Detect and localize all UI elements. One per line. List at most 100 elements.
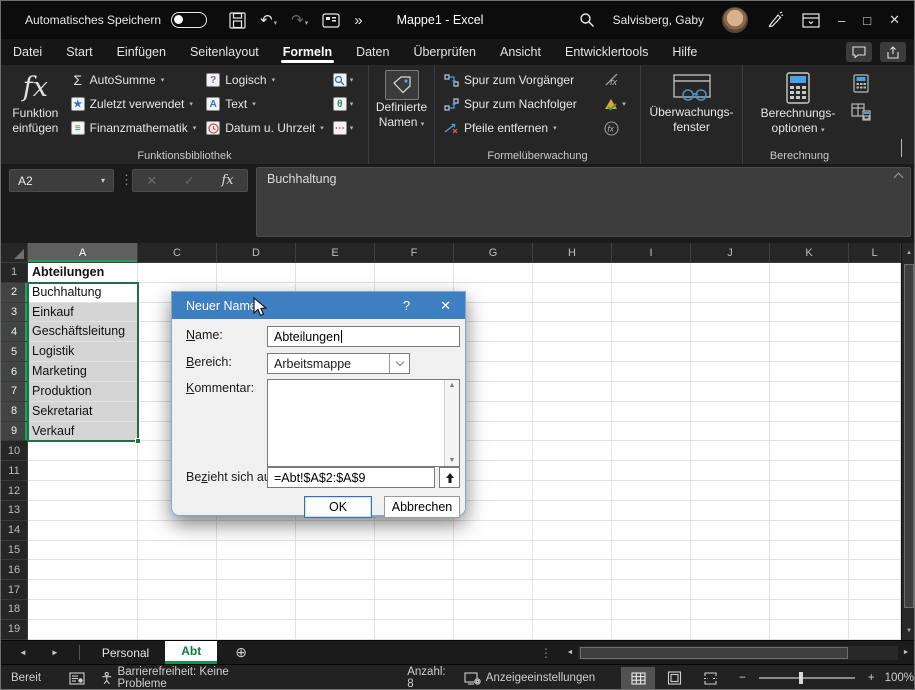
cancel-entry-icon[interactable]: ✕ bbox=[146, 173, 157, 189]
cell[interactable] bbox=[612, 501, 691, 521]
column-header-L[interactable]: L bbox=[849, 243, 901, 263]
cell[interactable]: Verkauf bbox=[28, 422, 138, 442]
cell[interactable] bbox=[28, 580, 138, 600]
vertical-scroll-thumb[interactable] bbox=[904, 264, 914, 608]
cell[interactable] bbox=[612, 541, 691, 561]
cell[interactable] bbox=[28, 441, 138, 461]
cell[interactable] bbox=[217, 620, 296, 640]
cell[interactable] bbox=[770, 541, 849, 561]
cell[interactable] bbox=[691, 422, 770, 442]
ueberwachungsfenster-button[interactable]: Überwachungs- fenster bbox=[645, 68, 738, 135]
cell[interactable] bbox=[138, 600, 217, 620]
row-header-10[interactable]: 10 bbox=[1, 441, 28, 461]
cell[interactable] bbox=[849, 303, 901, 323]
cell[interactable] bbox=[217, 560, 296, 580]
scroll-up-icon[interactable]: ▲ bbox=[902, 243, 915, 262]
zoom-in-icon[interactable]: + bbox=[868, 672, 875, 684]
cell[interactable] bbox=[296, 521, 375, 541]
row-header-1[interactable]: 1 bbox=[1, 263, 28, 283]
cell[interactable] bbox=[612, 441, 691, 461]
cell[interactable] bbox=[770, 501, 849, 521]
row-header-19[interactable]: 19 bbox=[1, 620, 28, 640]
cell[interactable] bbox=[612, 481, 691, 501]
berechnungsoptionen-button[interactable]: Berechnungs- optionen ▾ bbox=[755, 68, 841, 138]
cell[interactable] bbox=[28, 600, 138, 620]
collapse-formula-bar-icon[interactable] bbox=[894, 173, 904, 183]
cell[interactable] bbox=[375, 580, 454, 600]
cell[interactable] bbox=[691, 263, 770, 283]
pfeile-entfernen-button[interactable]: Pfeile entfernen ▾ bbox=[439, 116, 600, 140]
cell[interactable] bbox=[770, 382, 849, 402]
row-header-13[interactable]: 13 bbox=[1, 501, 28, 521]
cell[interactable] bbox=[849, 263, 901, 283]
column-header-H[interactable]: H bbox=[533, 243, 612, 263]
row-header-2[interactable]: 2 bbox=[1, 283, 28, 303]
tab-hilfe[interactable]: Hilfe bbox=[660, 41, 709, 63]
cell[interactable] bbox=[296, 620, 375, 640]
cell[interactable] bbox=[375, 600, 454, 620]
cell[interactable] bbox=[533, 303, 612, 323]
cell[interactable]: Sekretariat bbox=[28, 402, 138, 422]
cell[interactable] bbox=[770, 362, 849, 382]
collapse-range-button[interactable] bbox=[439, 467, 460, 488]
tab-formeln[interactable]: Formeln bbox=[271, 41, 344, 63]
column-header-I[interactable]: I bbox=[612, 243, 691, 263]
cell[interactable] bbox=[691, 382, 770, 402]
cell[interactable]: Geschäftsleitung bbox=[28, 322, 138, 342]
dialog-help-icon[interactable]: ? bbox=[403, 298, 410, 314]
cell[interactable] bbox=[217, 600, 296, 620]
cell[interactable] bbox=[138, 620, 217, 640]
cell[interactable] bbox=[533, 441, 612, 461]
cell[interactable] bbox=[217, 580, 296, 600]
row-header-16[interactable]: 16 bbox=[1, 560, 28, 580]
zoom-out-icon[interactable]: − bbox=[739, 672, 746, 684]
cell[interactable] bbox=[691, 362, 770, 382]
cell[interactable] bbox=[138, 580, 217, 600]
cell[interactable] bbox=[849, 322, 901, 342]
calculate-now-icon[interactable] bbox=[853, 74, 869, 93]
row-header-8[interactable]: 8 bbox=[1, 402, 28, 422]
row-header-5[interactable]: 5 bbox=[1, 342, 28, 362]
cell[interactable] bbox=[849, 580, 901, 600]
cell[interactable] bbox=[533, 402, 612, 422]
cell[interactable] bbox=[375, 521, 454, 541]
autosumme-button[interactable]: Σ AutoSumme ▾ bbox=[66, 68, 202, 92]
cell[interactable] bbox=[296, 600, 375, 620]
cell[interactable] bbox=[375, 541, 454, 561]
minimize-button[interactable]: – bbox=[838, 13, 845, 28]
fehlerueberpruefung-button[interactable]: ▾ bbox=[600, 92, 636, 116]
column-header-K[interactable]: K bbox=[770, 243, 849, 263]
sheet-tab-personal[interactable]: Personal bbox=[86, 641, 165, 664]
cell[interactable] bbox=[533, 501, 612, 521]
cell[interactable]: Abteilungen bbox=[28, 263, 138, 283]
cell[interactable] bbox=[612, 560, 691, 580]
dialog-close-icon[interactable]: ✕ bbox=[440, 298, 451, 314]
row-header-3[interactable]: 3 bbox=[1, 303, 28, 323]
cell[interactable] bbox=[28, 620, 138, 640]
confirm-entry-icon[interactable]: ✓ bbox=[184, 173, 195, 189]
cell[interactable] bbox=[217, 541, 296, 561]
cell[interactable] bbox=[691, 560, 770, 580]
cell[interactable] bbox=[691, 541, 770, 561]
cell[interactable] bbox=[770, 620, 849, 640]
row-header-7[interactable]: 7 bbox=[1, 382, 28, 402]
cell[interactable] bbox=[691, 481, 770, 501]
cell[interactable] bbox=[533, 541, 612, 561]
cell[interactable] bbox=[612, 620, 691, 640]
cell[interactable]: Buchhaltung bbox=[28, 283, 138, 303]
cell[interactable] bbox=[770, 422, 849, 442]
cell[interactable] bbox=[533, 342, 612, 362]
column-header-F[interactable]: F bbox=[375, 243, 454, 263]
calculate-sheet-icon[interactable] bbox=[851, 103, 871, 121]
sheet-tab-abt[interactable]: Abt bbox=[165, 641, 217, 664]
cell[interactable] bbox=[612, 461, 691, 481]
cell[interactable] bbox=[849, 422, 901, 442]
comments-button[interactable] bbox=[846, 42, 872, 62]
row-header-18[interactable]: 18 bbox=[1, 600, 28, 620]
dropdown-chevron-icon[interactable] bbox=[389, 354, 409, 373]
cell[interactable] bbox=[691, 441, 770, 461]
column-header-C[interactable]: C bbox=[138, 243, 217, 263]
undo-button[interactable]: ↶▾ bbox=[260, 11, 277, 29]
more-functions-button[interactable]: ⋯ ▾ bbox=[329, 116, 364, 140]
cell[interactable] bbox=[770, 521, 849, 541]
